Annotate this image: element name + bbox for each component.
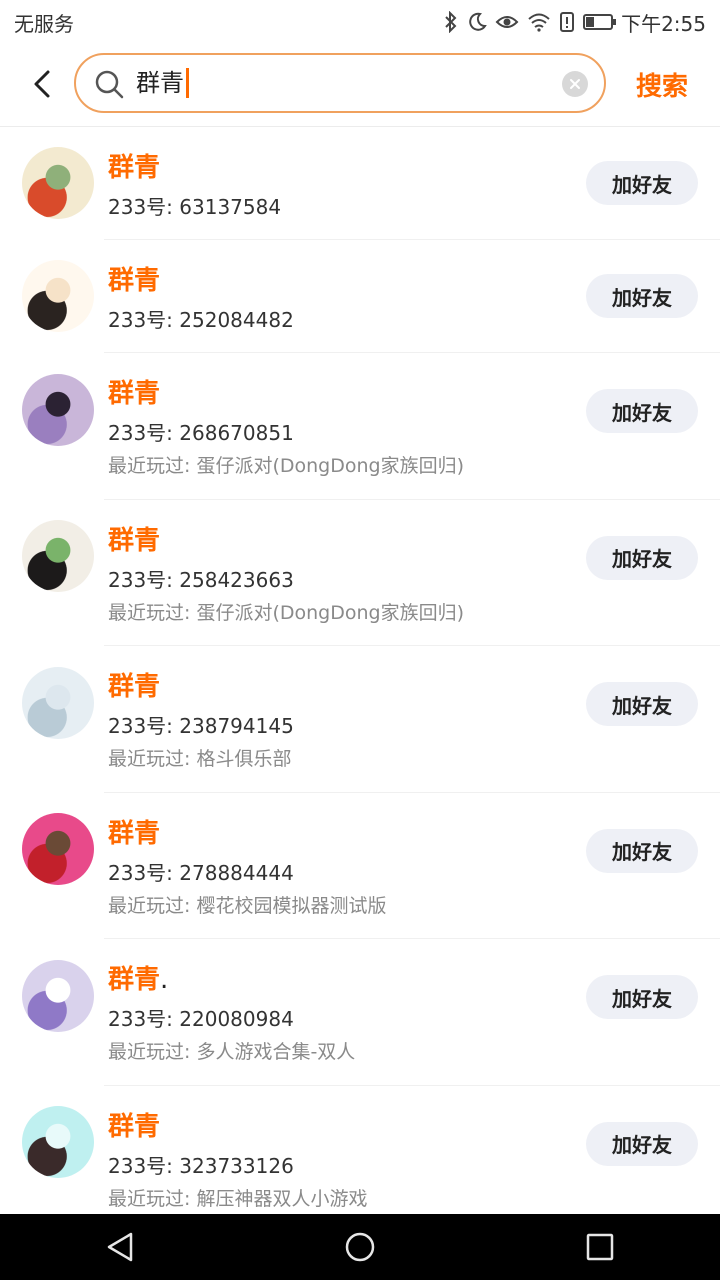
system-nav-bar <box>0 1214 720 1280</box>
user-avatar[interactable] <box>22 813 94 886</box>
status-time: 下午2:55 <box>621 11 706 36</box>
wifi-icon <box>528 13 550 32</box>
eye-icon <box>495 16 519 28</box>
add-friend-button[interactable]: 加好友 <box>586 161 698 205</box>
user-name: 群青 <box>108 147 160 184</box>
user-id: 233号: 220080984 <box>108 1007 294 1031</box>
add-friend-button[interactable]: 加好友 <box>586 389 698 433</box>
add-friend-button[interactable]: 加好友 <box>586 1121 698 1166</box>
user-avatar[interactable] <box>22 373 94 446</box>
carrier-label: 无服务 <box>14 11 74 36</box>
text-caret <box>186 68 189 98</box>
sim-alert-icon <box>560 12 575 32</box>
user-id: 233号: 268670851 <box>108 421 294 445</box>
search-results-list: 群青 233号: 63137584 加好友 群青 233号: 252084482 加好友群… <box>0 127 720 1232</box>
bluetooth-icon <box>445 11 457 33</box>
user-id: 233号: 323733126 <box>108 1153 294 1178</box>
result-row[interactable]: 群青. 233号: 220080984 最近玩过: 多人游戏合集-双人 加好友 <box>0 939 720 1086</box>
user-name-match: 群青 <box>108 525 161 556</box>
user-name-match: 群青 <box>108 266 161 296</box>
user-name-suffix: . <box>160 965 169 995</box>
back-button[interactable] <box>22 64 62 104</box>
nav-back-button[interactable] <box>50 1214 190 1280</box>
user-name-match: 群青 <box>108 672 161 702</box>
clear-search-button[interactable] <box>562 71 588 97</box>
add-friend-button[interactable]: 加好友 <box>586 274 698 318</box>
user-name: 群青 <box>108 520 160 557</box>
status-icons: 下午2:55 <box>443 8 706 37</box>
back-arrow-icon <box>34 70 50 98</box>
search-header: 群青 搜索 <box>0 44 720 127</box>
user-name: 群青 <box>108 1106 160 1143</box>
result-row[interactable]: 群青 233号: 238794145 最近玩过: 格斗俱乐部 加好友 <box>0 646 720 793</box>
user-id: 233号: 238794145 <box>108 714 294 738</box>
user-name: 群青 <box>108 813 160 850</box>
user-id: 233号: 278884444 <box>108 860 294 885</box>
recently-played: 最近玩过: 樱花校园模拟器测试版 <box>108 894 387 917</box>
result-row[interactable]: 群青 233号: 323733126 最近玩过: 解压神器双人小游戏 加好友 <box>0 1086 720 1232</box>
user-avatar[interactable] <box>22 147 94 219</box>
user-name: 群青 <box>108 373 160 410</box>
user-id: 233号: 258423663 <box>108 567 294 592</box>
user-name-match: 群青 <box>108 379 161 409</box>
user-name-match: 群青 <box>108 153 161 183</box>
triangle-back-icon <box>107 1232 133 1262</box>
add-friend-button[interactable]: 加好友 <box>586 828 698 873</box>
user-name: 群青. <box>108 959 168 996</box>
user-avatar[interactable] <box>22 260 94 332</box>
recently-played: 最近玩过: 蛋仔派对(DongDong家族回归) <box>108 455 464 477</box>
search-icon <box>95 70 124 99</box>
recently-played: 最近玩过: 解压神器双人小游戏 <box>108 1187 368 1210</box>
user-name-match: 群青 <box>108 818 161 849</box>
square-recents-icon <box>586 1233 614 1261</box>
result-row[interactable]: 群青 233号: 268670851 最近玩过: 蛋仔派对(DongDong家族回归… <box>0 353 720 500</box>
result-row[interactable]: 群青 233号: 63137584 加好友 <box>0 127 720 240</box>
result-row[interactable]: 群青 233号: 278884444 最近玩过: 樱花校园模拟器测试版 加好友 <box>0 793 720 939</box>
search-button[interactable]: 搜索 <box>636 66 688 103</box>
battery-icon <box>583 14 617 30</box>
user-id: 233号: 252084482 <box>108 308 294 332</box>
moon-icon <box>469 12 487 31</box>
nav-home-button[interactable] <box>290 1214 430 1280</box>
user-name-match: 群青 <box>108 1111 161 1142</box>
add-friend-button[interactable]: 加好友 <box>586 682 698 726</box>
clear-icon <box>570 79 580 89</box>
user-name: 群青 <box>108 666 160 703</box>
user-avatar[interactable] <box>22 666 94 739</box>
recently-played: 最近玩过: 蛋仔派对(DongDong家族回归) <box>108 601 464 624</box>
result-row[interactable]: 群青 233号: 252084482 加好友 <box>0 240 720 353</box>
user-avatar[interactable] <box>22 1106 94 1179</box>
circle-home-icon <box>345 1232 375 1262</box>
add-friend-button[interactable]: 加好友 <box>586 975 698 1019</box>
search-box[interactable]: 群青 <box>74 53 606 113</box>
add-friend-button[interactable]: 加好友 <box>586 535 698 580</box>
nav-recents-button[interactable] <box>530 1214 670 1280</box>
search-input[interactable]: 群青 <box>136 63 536 103</box>
user-avatar[interactable] <box>22 959 94 1032</box>
status-bar: 无服务 下午2:55 <box>0 0 720 44</box>
recently-played: 最近玩过: 多人游戏合集-双人 <box>108 1041 356 1063</box>
recently-played: 最近玩过: 格斗俱乐部 <box>108 748 292 770</box>
user-name: 群青 <box>108 260 160 297</box>
result-row[interactable]: 群青 233号: 258423663 最近玩过: 蛋仔派对(DongDong家族回归… <box>0 500 720 646</box>
user-name-match: 群青 <box>108 965 161 995</box>
search-query-text: 群青 <box>136 69 184 97</box>
user-id: 233号: 63137584 <box>108 195 282 219</box>
user-avatar[interactable] <box>22 520 94 593</box>
